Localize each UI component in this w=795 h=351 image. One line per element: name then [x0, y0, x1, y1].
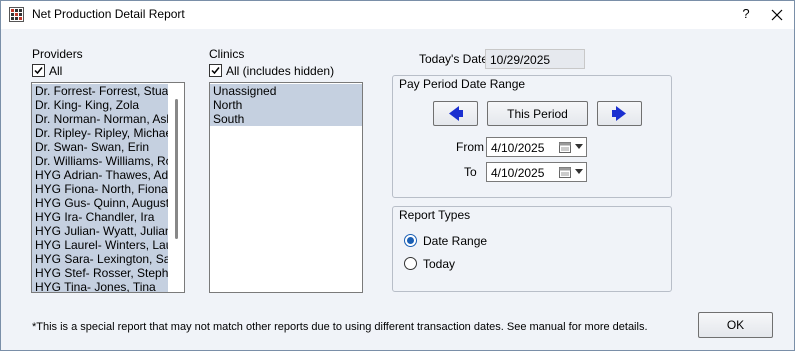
ok-button[interactable]: OK — [698, 312, 773, 338]
app-grid-icon — [9, 7, 24, 22]
clinics-listbox[interactable]: Unassigned North South — [209, 82, 363, 293]
report-types-label: Report Types — [399, 208, 471, 222]
provider-list-item[interactable]: HYG Sara- Lexington, Sara — [32, 252, 168, 266]
today-radio[interactable] — [404, 257, 417, 270]
to-label: To — [464, 165, 477, 179]
checkmark-icon — [34, 67, 43, 75]
report-note: *This is a special report that may not m… — [32, 321, 648, 333]
chevron-down-icon — [575, 144, 583, 149]
provider-list-item[interactable]: HYG Stef- Rosser, Stephanie — [32, 266, 168, 280]
arrow-right-icon — [612, 106, 626, 121]
date-range-label: Date Range — [423, 234, 488, 248]
next-period-button[interactable] — [597, 101, 642, 126]
provider-list-item[interactable]: HYG Ira- Chandler, Ira — [32, 210, 168, 224]
providers-listbox[interactable]: Dr. Forrest- Forrest, Stuart Dr. King- Ki… — [31, 82, 185, 293]
providers-all-checkbox[interactable] — [32, 64, 45, 77]
provider-list-item[interactable]: Dr. Norman- Norman, Ashley — [32, 112, 168, 126]
provider-list-item[interactable]: Dr. Williams- Williams, Rob — [32, 154, 168, 168]
this-period-button[interactable]: This Period — [487, 101, 588, 126]
date-range-radio[interactable] — [404, 234, 417, 247]
checkmark-icon — [211, 67, 220, 75]
providers-all-label: All — [49, 64, 63, 78]
providers-label: Providers — [32, 47, 83, 61]
arrow-left-icon — [449, 106, 463, 121]
provider-list-item[interactable]: HYG Fiona- North, Fiona — [32, 182, 168, 196]
clinics-all-checkbox[interactable] — [209, 64, 222, 77]
close-icon — [771, 9, 783, 21]
pay-period-label: Pay Period Date Range — [399, 77, 526, 91]
radio-dot — [407, 237, 414, 244]
clinic-list-item[interactable]: North — [210, 98, 362, 112]
provider-list-item[interactable]: Dr. King- King, Zola — [32, 98, 168, 112]
help-button[interactable]: ? — [738, 6, 754, 24]
report-dialog: Net Production Detail Report ? Providers… — [0, 0, 795, 351]
window-title: Net Production Detail Report — [32, 7, 185, 21]
provider-list-item[interactable]: HYG Tina- Jones, Tina — [32, 280, 168, 292]
provider-list-item[interactable]: Dr. Swan- Swan, Erin — [32, 140, 168, 154]
from-date-value: 4/10/2025 — [491, 141, 545, 155]
clinic-list-item[interactable]: Unassigned — [210, 84, 362, 98]
close-button[interactable] — [765, 4, 789, 26]
provider-list-item[interactable]: Dr. Ripley- Ripley, Michael — [32, 126, 168, 140]
previous-period-button[interactable] — [433, 101, 478, 126]
from-date-picker[interactable]: 4/10/2025 — [486, 137, 587, 157]
calendar-icon — [559, 142, 571, 153]
dialog-body: Providers All Dr. Forrest- Forrest, Stua… — [1, 29, 794, 350]
todays-date-label: Today's Date — [419, 52, 488, 66]
clinics-label: Clinics — [209, 47, 245, 61]
todays-date-field: 10/29/2025 — [485, 49, 585, 69]
title-bar: Net Production Detail Report ? — [1, 1, 794, 29]
from-label: From — [456, 140, 484, 154]
provider-list-item[interactable]: Dr. Forrest- Forrest, Stuart — [32, 84, 168, 98]
today-label: Today — [423, 257, 456, 271]
providers-scrollbar[interactable] — [168, 83, 184, 292]
chevron-down-icon — [575, 169, 583, 174]
provider-list-item[interactable]: HYG Gus- Quinn, Augustus — [32, 196, 168, 210]
scrollbar-thumb[interactable] — [175, 99, 178, 239]
provider-list-item[interactable]: HYG Adrian- Thawes, Adrian — [32, 168, 168, 182]
provider-list-item[interactable]: HYG Julian- Wyatt, Julian — [32, 224, 168, 238]
to-date-value: 4/10/2025 — [491, 166, 545, 180]
clinic-list-item[interactable]: South — [210, 112, 362, 126]
provider-list-item[interactable]: HYG Laurel- Winters, Laurel — [32, 238, 168, 252]
calendar-icon — [559, 167, 571, 178]
to-date-picker[interactable]: 4/10/2025 — [486, 162, 587, 182]
clinics-all-label: All (includes hidden) — [226, 64, 335, 78]
